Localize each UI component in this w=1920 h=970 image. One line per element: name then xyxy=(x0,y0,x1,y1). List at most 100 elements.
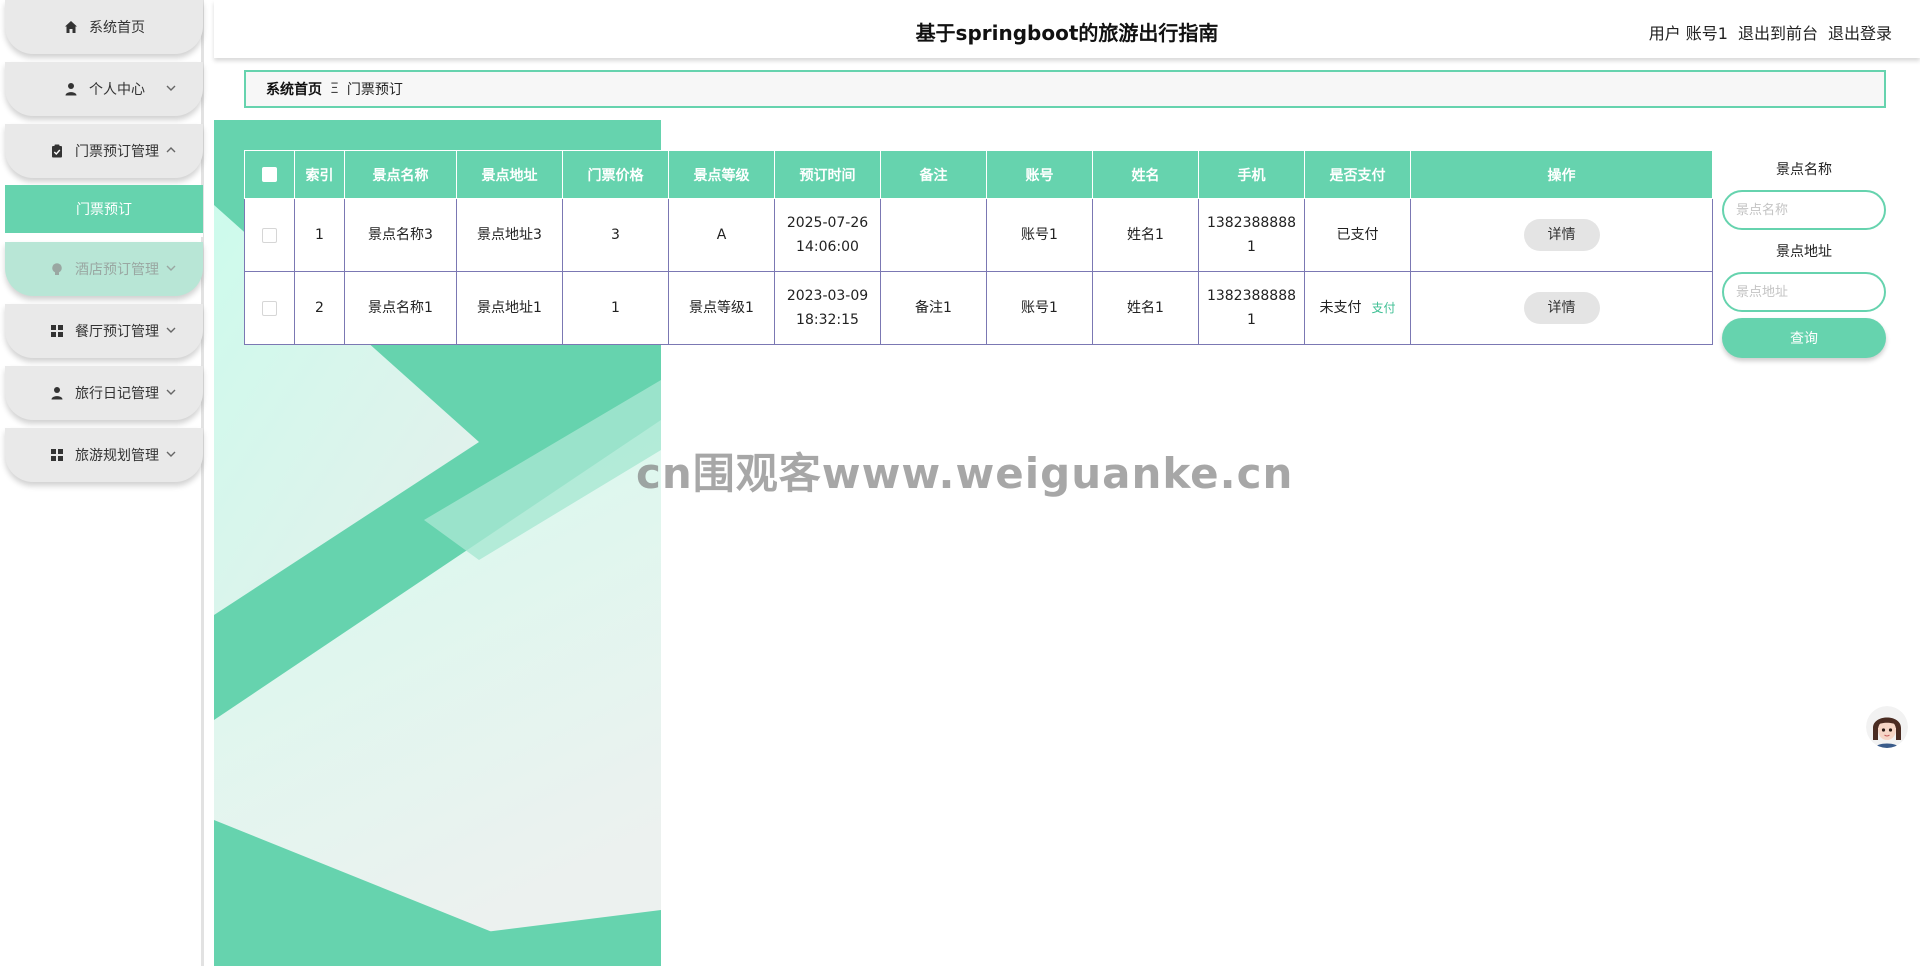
booking-date: 2025-07-26 xyxy=(786,215,869,231)
sidebar-item-restaurant-management[interactable]: 餐厅预订管理 xyxy=(5,304,203,358)
cell-spot-address: 景点地址3 xyxy=(456,198,563,272)
home-icon xyxy=(63,19,79,35)
phone-line-2: 1 xyxy=(1247,239,1256,255)
sidebar-item-home[interactable]: 系统首页 xyxy=(5,0,203,54)
table-row: 2 景点名称1 景点地址1 1 景点等级1 2023-03-09 18:32:1… xyxy=(244,271,1713,345)
cell-spot-level: A xyxy=(668,198,775,272)
row-checkbox[interactable] xyxy=(262,300,277,316)
cell-account: 账号1 xyxy=(986,271,1093,345)
phone-line-2: 1 xyxy=(1247,312,1256,328)
sidebar-item-label: 酒店预订管理 xyxy=(75,262,159,278)
cell-actions: 详情 xyxy=(1410,198,1713,272)
sidebar-item-label: 旅游规划管理 xyxy=(75,448,159,464)
sidebar-item-diary-management[interactable]: 旅行日记管理 xyxy=(5,366,203,420)
sidebar-item-hotel-management[interactable]: 酒店预订管理 xyxy=(5,242,203,296)
cell-person-name: 姓名1 xyxy=(1092,271,1199,345)
row-select-cell[interactable] xyxy=(244,271,295,345)
booking-date: 2023-03-09 xyxy=(786,288,869,304)
cell-booking-time: 2025-07-26 14:06:00 xyxy=(774,198,881,272)
search-panel: 景点名称 景点地址 查询 xyxy=(1722,160,1886,358)
column-header: 是否支付 xyxy=(1304,150,1411,199)
detail-button[interactable]: 详情 xyxy=(1523,219,1600,251)
breadcrumb-separator: Ξ xyxy=(330,81,339,97)
cell-ticket-price: 3 xyxy=(562,198,669,272)
cell-phone: 1382388888 1 xyxy=(1198,198,1305,272)
cell-paid-status: 未支付 支付 xyxy=(1304,271,1411,345)
select-all-cell[interactable] xyxy=(244,150,295,199)
column-header: 门票价格 xyxy=(562,150,669,199)
chevron-down-icon xyxy=(165,448,179,462)
back-to-front-link[interactable]: 退出到前台 xyxy=(1738,20,1818,44)
column-header: 景点等级 xyxy=(668,150,775,199)
chevron-down-icon xyxy=(165,262,179,276)
detail-button[interactable]: 详情 xyxy=(1523,292,1600,324)
column-header: 手机 xyxy=(1198,150,1305,199)
sidebar-item-label: 系统首页 xyxy=(89,20,145,36)
cell-ticket-price: 1 xyxy=(562,271,669,345)
bulb-icon xyxy=(49,261,65,277)
chevron-down-icon xyxy=(165,82,179,96)
phone-line-1: 1382388888 xyxy=(1206,215,1297,231)
cell-index: 1 xyxy=(294,198,345,272)
paid-status-text: 已支付 xyxy=(1336,227,1379,243)
logout-link[interactable]: 退出登录 xyxy=(1828,20,1892,44)
cell-remark xyxy=(880,198,987,272)
table-row: 1 景点名称3 景点地址3 3 A 2025-07-26 14:06:00 账号… xyxy=(244,198,1713,272)
spot-address-input[interactable] xyxy=(1722,272,1886,312)
ticket-booking-table: 索引 景点名称 景点地址 门票价格 景点等级 预订时间 备注 账号 姓名 手机 … xyxy=(244,150,1713,345)
cell-phone: 1382388888 1 xyxy=(1198,271,1305,345)
spot-name-input[interactable] xyxy=(1722,190,1886,230)
cell-index: 2 xyxy=(294,271,345,345)
submenu-item-label: 门票预订 xyxy=(76,202,132,218)
chevron-down-icon xyxy=(165,324,179,338)
sidebar-item-planning-management[interactable]: 旅游规划管理 xyxy=(5,428,203,482)
clipboard-icon xyxy=(49,143,65,159)
column-header: 索引 xyxy=(294,150,345,199)
booking-clock: 18:32:15 xyxy=(796,312,859,328)
submenu-item-ticket-booking[interactable]: 门票预订 xyxy=(5,185,203,237)
watermark: cn围观客www.weiguanke.cn xyxy=(636,449,1294,498)
sidebar: 系统首页 个人中心 门票预订管理 门票预订 酒店预订管理 餐厅预订管理 旅行日记… xyxy=(0,0,204,966)
cell-spot-level: 景点等级1 xyxy=(668,271,775,345)
user-area: 用户 账号1 退出到前台 退出登录 xyxy=(1649,20,1892,44)
spot-address-label: 景点地址 xyxy=(1776,244,1832,260)
row-select-cell[interactable] xyxy=(244,198,295,272)
search-button[interactable]: 查询 xyxy=(1722,318,1886,358)
column-header: 预订时间 xyxy=(774,150,881,199)
column-header: 景点名称 xyxy=(344,150,457,199)
cell-spot-address: 景点地址1 xyxy=(456,271,563,345)
breadcrumb-current: 门票预订 xyxy=(346,82,403,98)
sidebar-item-personal-center[interactable]: 个人中心 xyxy=(5,62,203,116)
sidebar-item-label: 旅行日记管理 xyxy=(75,386,159,402)
sidebar-item-ticket-management[interactable]: 门票预订管理 xyxy=(5,124,203,178)
breadcrumb-home[interactable]: 系统首页 xyxy=(266,79,322,99)
booking-clock: 14:06:00 xyxy=(796,239,859,255)
spot-name-label: 景点名称 xyxy=(1776,162,1832,178)
top-header: 基于springboot的旅游出行指南 用户 账号1 退出到前台 退出登录 xyxy=(214,0,1920,58)
phone-line-1: 1382388888 xyxy=(1206,288,1297,304)
column-header: 账号 xyxy=(986,150,1093,199)
row-checkbox[interactable] xyxy=(262,227,277,243)
chevron-down-icon xyxy=(165,386,179,400)
user-icon xyxy=(63,81,79,97)
breadcrumb: 系统首页 Ξ 门票预订 xyxy=(244,70,1886,108)
sidebar-item-label: 门票预订管理 xyxy=(75,144,159,160)
cell-person-name: 姓名1 xyxy=(1092,198,1199,272)
cell-spot-name: 景点名称1 xyxy=(344,271,457,345)
sidebar-item-label: 餐厅预订管理 xyxy=(75,324,159,340)
user-icon xyxy=(49,385,65,401)
cell-spot-name: 景点名称3 xyxy=(344,198,457,272)
column-header: 操作 xyxy=(1410,150,1713,199)
paid-status-text: 未支付 xyxy=(1319,300,1362,316)
select-all-checkbox[interactable] xyxy=(262,167,277,182)
column-header: 姓名 xyxy=(1092,150,1199,199)
user-account-label: 用户 账号1 xyxy=(1648,24,1728,43)
assistant-avatar[interactable] xyxy=(1866,706,1908,748)
pay-link[interactable]: 支付 xyxy=(1371,301,1395,315)
grid-icon xyxy=(49,323,65,339)
cell-account: 账号1 xyxy=(986,198,1093,272)
column-header: 备注 xyxy=(880,150,987,199)
grid-icon xyxy=(49,447,65,463)
column-header: 景点地址 xyxy=(456,150,563,199)
cell-remark: 备注1 xyxy=(880,271,987,345)
